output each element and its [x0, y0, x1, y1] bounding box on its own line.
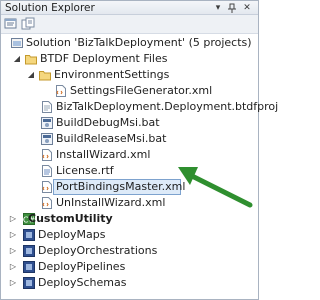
project-label: DeployMaps	[38, 228, 106, 241]
btdf-folder-label: BTDF Deployment Files	[40, 52, 168, 65]
pane-title: Solution Explorer	[5, 2, 95, 14]
expand-icon[interactable]: ▷	[8, 259, 18, 275]
expand-icon[interactable]: ▷	[8, 227, 18, 243]
env-folder-label: EnvironmentSettings	[54, 68, 170, 81]
tree-row-file[interactable]: SettingsFileGenerator.xml	[1, 83, 258, 99]
xml-file-icon	[41, 181, 53, 193]
expand-icon[interactable]: ▷	[8, 211, 18, 227]
folder-icon	[39, 69, 51, 81]
show-all-files-icon[interactable]	[21, 17, 36, 31]
file-label: License.rtf	[56, 164, 114, 177]
solution-icon	[11, 37, 23, 49]
green-arrow-annotation	[178, 167, 253, 208]
solution-label: Solution 'BizTalkDeployment' (5 projects…	[26, 36, 252, 49]
tree-row-project[interactable]: ▷ DeployMaps	[1, 227, 258, 243]
toolbar	[1, 15, 258, 34]
collapse-icon[interactable]: ◢	[12, 51, 22, 67]
biztalk-project-icon	[23, 245, 35, 257]
xml-file-icon	[41, 149, 53, 161]
tree-row-env-folder[interactable]: ◢ EnvironmentSettings	[1, 67, 258, 83]
bat-file-icon	[41, 133, 53, 145]
file-label: PortBindingsMaster.xml	[56, 180, 186, 193]
xml-file-icon	[55, 85, 67, 97]
tree-row-solution[interactable]: Solution 'BizTalkDeployment' (5 projects…	[1, 35, 258, 51]
properties-icon[interactable]	[4, 17, 19, 31]
tree-row-btdf-folder[interactable]: ◢ BTDF Deployment Files	[1, 51, 258, 67]
file-label: SettingsFileGenerator.xml	[70, 84, 213, 97]
biztalk-project-icon	[23, 229, 35, 241]
collapse-icon[interactable]: ◢	[26, 67, 36, 83]
bat-file-icon	[41, 117, 53, 129]
close-icon[interactable]: ✕	[241, 2, 253, 14]
tree-row-project[interactable]: ▷ C# CustomUtility	[1, 211, 258, 227]
pin-icon[interactable]	[226, 2, 238, 14]
tree-row-file[interactable]: BuildDebugMsi.bat	[1, 115, 258, 131]
biztalk-project-icon	[23, 261, 35, 273]
dropdown-icon[interactable]: ▾	[212, 2, 224, 14]
biztalk-project-icon	[23, 277, 35, 289]
tree-row-project[interactable]: ▷ DeploySchemas	[1, 275, 258, 291]
project-label: DeploySchemas	[38, 276, 127, 289]
file-label: BuildDebugMsi.bat	[56, 116, 160, 129]
project-label: CustomUtility	[28, 212, 113, 225]
project-file-icon	[41, 101, 53, 113]
solution-explorer-pane: Solution Explorer ▾ ✕ Solution 'BizTalkD…	[0, 0, 278, 300]
title-bar: Solution Explorer ▾ ✕	[1, 1, 258, 15]
file-label: BizTalkDeployment.Deployment.btdfproj	[56, 100, 279, 113]
file-label: InstallWizard.xml	[56, 148, 151, 161]
project-label: DeployPipelines	[38, 260, 126, 273]
folder-icon	[25, 53, 37, 65]
rtf-file-icon	[41, 165, 53, 177]
file-label: BuildReleaseMsi.bat	[56, 132, 167, 145]
file-label: UnInstallWizard.xml	[56, 196, 166, 209]
expand-icon[interactable]: ▷	[8, 243, 18, 259]
project-label: DeployOrchestrations	[38, 244, 158, 257]
xml-file-icon	[41, 197, 53, 209]
tree-row-file[interactable]: BuildReleaseMsi.bat	[1, 131, 258, 147]
tree-row-file[interactable]: BizTalkDeployment.Deployment.btdfproj	[1, 99, 278, 115]
expand-icon[interactable]: ▷	[8, 275, 18, 291]
tree-row-project[interactable]: ▷ DeployPipelines	[1, 259, 258, 275]
tree-row-project[interactable]: ▷ DeployOrchestrations	[1, 243, 258, 259]
